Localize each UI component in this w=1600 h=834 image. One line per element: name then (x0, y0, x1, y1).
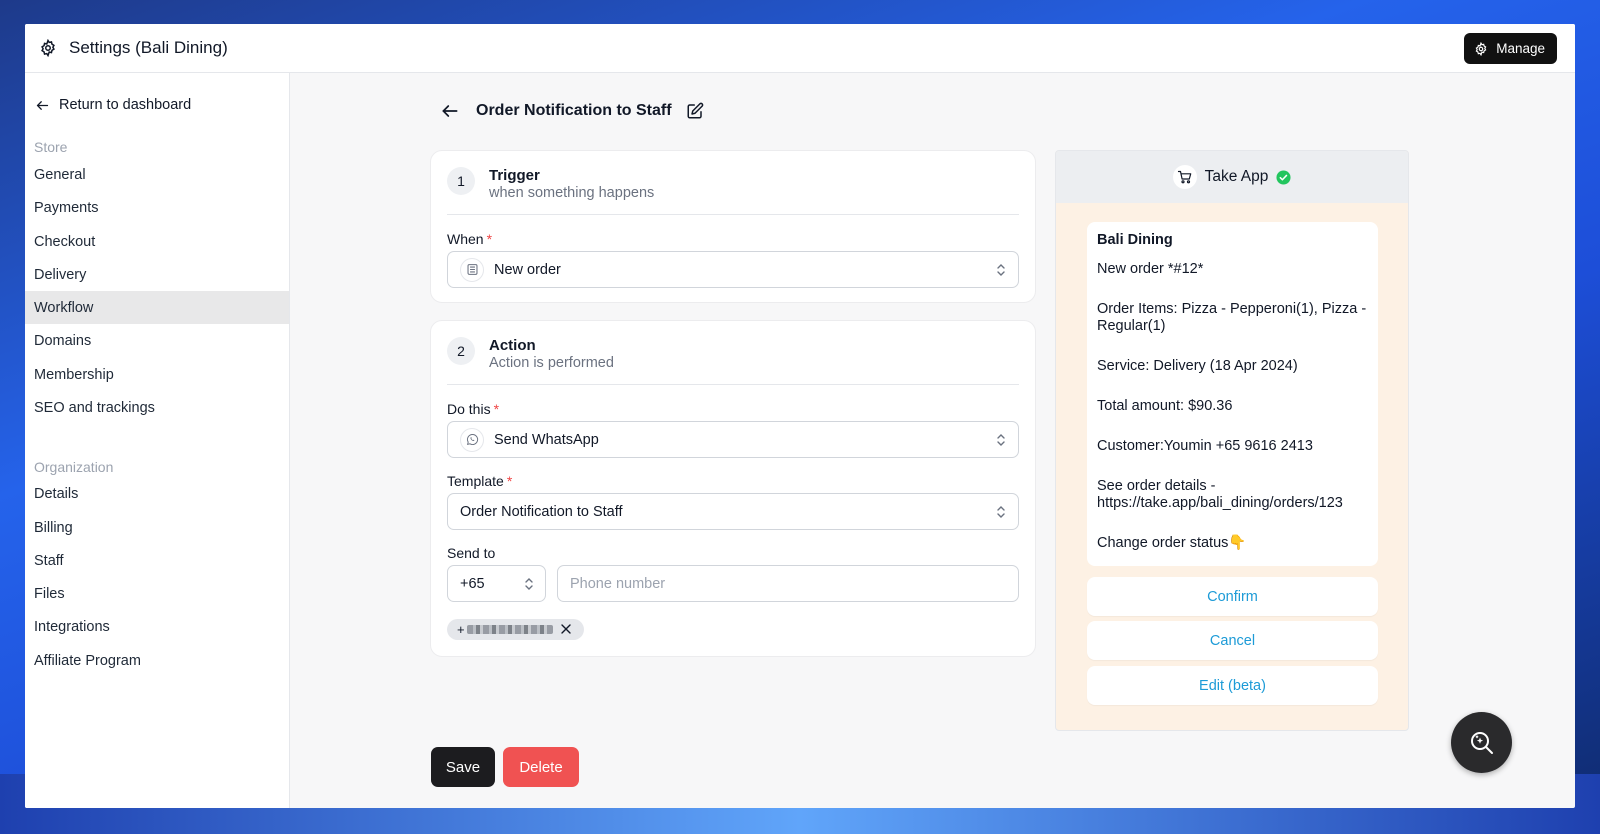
pencil-square-icon[interactable] (686, 102, 704, 120)
organization-section-title: Organization (34, 459, 114, 475)
sidebar-item-checkout[interactable]: Checkout (25, 225, 289, 258)
country-code-select[interactable]: +65 (447, 565, 546, 602)
when-label: When * (447, 231, 492, 247)
edit-beta-button[interactable]: Edit (beta) (1087, 666, 1378, 705)
divider (447, 214, 1019, 215)
sidebar-item-payments[interactable]: Payments (25, 191, 289, 224)
redacted-phone (466, 625, 553, 634)
do-this-value: Send WhatsApp (494, 431, 599, 448)
manage-label: Manage (1496, 41, 1545, 56)
list-document-icon (460, 257, 484, 282)
cancel-button[interactable]: Cancel (1087, 621, 1378, 660)
message-line: Customer:Youmin +65 9616 2413 (1097, 438, 1313, 454)
template-value: Order Notification to Staff (460, 503, 623, 520)
template-label-text: Template (447, 473, 504, 489)
sidebar-item-details[interactable]: Details (25, 477, 289, 510)
sidebar-item-delivery[interactable]: Delivery (25, 258, 289, 291)
action-subtitle: Action is performed (489, 355, 614, 371)
send-to-label: Send to (447, 545, 496, 561)
sidebar-item-integrations[interactable]: Integrations (25, 610, 289, 643)
close-icon[interactable] (560, 623, 572, 635)
do-this-label-text: Do this (447, 401, 491, 417)
store-section-title: Store (34, 139, 68, 155)
divider (447, 384, 1019, 385)
workflow-header: Order Notification to Staff (440, 101, 704, 121)
message-line: New order *#12* (1097, 261, 1204, 277)
required-mark: * (493, 401, 500, 417)
app-name: Take App (1204, 168, 1269, 185)
do-this-select[interactable]: Send WhatsApp (447, 421, 1019, 458)
trigger-subtitle: when something happens (489, 185, 655, 201)
template-select[interactable]: Order Notification to Staff (447, 493, 1019, 530)
arrow-left-icon (36, 100, 49, 110)
return-label: Return to dashboard (59, 97, 192, 113)
gear-icon (41, 39, 55, 57)
action-title: Action (489, 337, 536, 354)
cart-icon (1172, 165, 1197, 189)
workflow-title: Order Notification to Staff (476, 102, 672, 119)
recipient-chip: + (447, 619, 584, 640)
message-line: Service: Delivery (18 Apr 2024) (1097, 358, 1298, 374)
preview-header: Take App (1056, 151, 1408, 203)
message-line: Change order status👇 (1097, 535, 1247, 551)
step-number: 2 (447, 337, 475, 365)
required-mark: * (506, 473, 513, 489)
save-button[interactable]: Save (431, 747, 495, 787)
message-line: Total amount: $90.36 (1097, 398, 1233, 414)
template-label: Template * (447, 473, 512, 489)
sidebar-item-domains[interactable]: Domains (25, 324, 289, 357)
sidebar-item-affiliate[interactable]: Affiliate Program (25, 644, 289, 677)
sidebar-item-billing[interactable]: Billing (25, 511, 289, 544)
phone-number-input[interactable] (557, 565, 1019, 602)
trigger-step-header: 1 Trigger when something happens (447, 167, 654, 202)
arrow-left-icon[interactable] (440, 101, 460, 121)
sidebar-item-membership[interactable]: Membership (25, 358, 289, 391)
whatsapp-icon (460, 427, 484, 452)
country-code-value: +65 (460, 575, 485, 592)
required-mark: * (486, 231, 493, 247)
chevron-up-down-icon (997, 506, 1005, 518)
when-label-text: When (447, 231, 484, 247)
message-bubble: Bali Dining New order *#12* Order Items:… (1087, 222, 1378, 566)
send-to-row: +65 (447, 565, 1019, 602)
step-number: 1 (447, 167, 475, 195)
when-select[interactable]: New order (447, 251, 1019, 288)
whatsapp-preview: Take App Bali Dining New order *#12* Ord… (1055, 150, 1409, 731)
app-window: Settings (Bali Dining) Manage Return to … (25, 24, 1575, 808)
assistant-button[interactable] (1451, 712, 1512, 773)
return-to-dashboard-link[interactable]: Return to dashboard (32, 93, 194, 117)
chevron-up-down-icon (525, 578, 533, 590)
main-content: Order Notification to Staff 1 Trigger wh… (290, 73, 1575, 808)
gear-icon (1475, 41, 1487, 56)
sidebar-item-seo[interactable]: SEO and trackings (25, 391, 289, 424)
message-sender: Bali Dining (1097, 232, 1173, 248)
sidebar-item-files[interactable]: Files (25, 577, 289, 610)
page-title: Settings (Bali Dining) (69, 38, 228, 57)
manage-button[interactable]: Manage (1464, 33, 1557, 64)
trigger-title: Trigger (489, 167, 540, 184)
check-badge-icon (1276, 169, 1291, 185)
sidebar: Return to dashboard Store General Paymen… (25, 73, 290, 808)
sidebar-item-workflow[interactable]: Workflow (25, 291, 289, 324)
sidebar-item-staff[interactable]: Staff (25, 544, 289, 577)
chevron-up-down-icon (997, 264, 1005, 276)
confirm-button[interactable]: Confirm (1087, 577, 1378, 616)
top-bar: Settings (Bali Dining) Manage (25, 24, 1575, 73)
search-sparkle-icon (1470, 731, 1493, 754)
chevron-up-down-icon (997, 434, 1005, 446)
delete-button[interactable]: Delete (503, 747, 579, 787)
action-card: 2 Action Action is performed Do this * Se… (430, 320, 1036, 657)
trigger-card: 1 Trigger when something happens When * N… (430, 150, 1036, 303)
message-line: Order Items: Pizza - Pepperoni(1), Pizza… (1097, 301, 1367, 334)
action-step-header: 2 Action Action is performed (447, 337, 614, 372)
sidebar-item-general[interactable]: General (25, 158, 289, 191)
message-line: See order details - https://take.app/bal… (1097, 478, 1343, 511)
recipient-prefix: + (457, 622, 465, 637)
do-this-label: Do this * (447, 401, 499, 417)
when-value: New order (494, 261, 561, 278)
